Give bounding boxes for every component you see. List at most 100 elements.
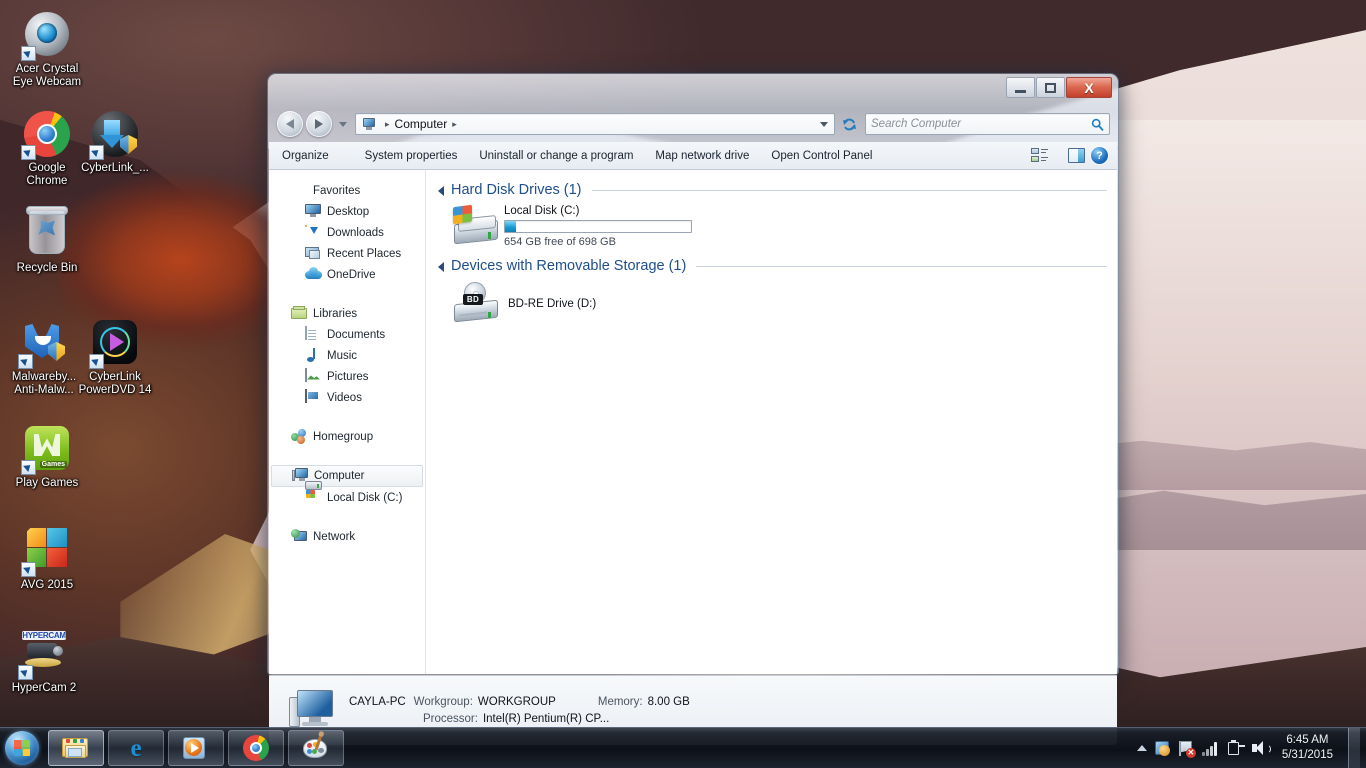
computer-large-icon — [289, 689, 337, 732]
collapse-triangle-icon[interactable] — [438, 262, 444, 272]
desktop-icon-google-chrome[interactable]: Google Chrome — [8, 110, 86, 188]
breadcrumb-computer[interactable]: Computer — [395, 117, 448, 131]
search-box[interactable]: Search Computer — [865, 113, 1110, 135]
sidebar-item-desktop[interactable]: Desktop — [269, 201, 425, 222]
desktop-icon-avg-2015[interactable]: AVG 2015 — [8, 524, 86, 592]
address-bar[interactable]: ▸ Computer ▸ — [355, 113, 835, 135]
search-input[interactable]: Search Computer — [871, 118, 1091, 130]
workgroup-value: WORKGROUP — [477, 695, 556, 708]
nav-group-spacer — [269, 547, 425, 565]
drive-item[interactable]: Local Disk (C:) 654 GB free of 698 GB — [452, 204, 1107, 248]
content-group-header[interactable]: Devices with Removable Storage (1) — [438, 258, 1107, 274]
sidebar-item-documents[interactable]: Documents — [269, 324, 425, 345]
drive-meta: Local Disk (C:) 654 GB free of 698 GB — [504, 204, 692, 248]
minimize-button[interactable] — [1006, 77, 1035, 98]
volume-icon[interactable] — [1251, 740, 1271, 756]
optical-drive-icon: BD — [452, 282, 498, 323]
window-title-bar[interactable]: X — [268, 74, 1118, 104]
desktop-icon-label: Recycle Bin — [16, 262, 78, 274]
taskbar-button-internet-explorer[interactable]: e — [108, 730, 164, 766]
memory-value: 8.00 GB — [647, 695, 690, 708]
desktop-icon-malwarebytes-anti-malware[interactable]: Malwareby... Anti-Malw... — [5, 318, 83, 397]
taskbar-button-windows-media-player[interactable] — [168, 730, 224, 766]
action-center-icon[interactable]: ✕ — [1178, 740, 1196, 758]
workgroup-label: Workgroup: — [413, 695, 473, 708]
recent-pages-dropdown-icon[interactable] — [339, 121, 347, 127]
desktop-icon-play-games[interactable]: Games Play Games — [8, 424, 86, 490]
show-desktop-button[interactable] — [1348, 728, 1360, 768]
nav-icon-wrap — [305, 388, 322, 406]
content-pane: Hard Disk Drives (1) Local Disk (C:) 654 G… — [426, 170, 1117, 674]
change-view-icon[interactable] — [1031, 148, 1048, 163]
forward-arrow-icon — [315, 119, 323, 129]
sidebar-item-recent-places[interactable]: Recent Places — [269, 243, 425, 264]
system-properties-button[interactable]: System properties — [354, 143, 469, 169]
content-group-header[interactable]: Hard Disk Drives (1) — [438, 182, 1107, 198]
start-button[interactable] — [0, 729, 44, 767]
desktop-icon-label: AVG 2015 — [20, 579, 74, 591]
memory-label: Memory: — [597, 695, 643, 708]
capacity-bar — [504, 220, 692, 233]
refresh-button[interactable] — [839, 114, 859, 134]
address-history-caret-icon[interactable] — [820, 121, 828, 127]
nav-group: Libraries Documents Music Pictures Videos — [269, 303, 425, 426]
avg-2015-icon — [21, 528, 71, 577]
desktop-icon-acer-crystal-eye-webcam[interactable]: Acer Crystal Eye Webcam — [8, 10, 86, 89]
computer-explorer-window[interactable]: X ▸ Computer ▸ Search Computer Organize … — [268, 74, 1118, 745]
open-control-panel-button[interactable]: Open Control Panel — [760, 143, 883, 169]
windows-media-player-icon — [183, 737, 209, 759]
taskbar-buttons: e — [44, 730, 344, 766]
computer-icon — [361, 117, 376, 131]
map-network-drive-button[interactable]: Map network drive — [644, 143, 760, 169]
desktop-icon-cyberlink-powerdvd-14[interactable]: CyberLink PowerDVD 14 — [76, 318, 154, 397]
desktop-icon-label: CyberLink_... — [81, 162, 149, 174]
shortcut-arrow-icon — [21, 46, 36, 61]
preview-pane-icon[interactable] — [1068, 148, 1085, 163]
close-button[interactable]: X — [1066, 77, 1112, 98]
battery-icon[interactable] — [1227, 739, 1245, 756]
sidebar-item-label: Computer — [314, 470, 365, 482]
desktop-icon-recycle-bin[interactable]: Recycle Bin — [8, 206, 86, 275]
sidebar-item-label: Recent Places — [327, 247, 402, 260]
internet-explorer-icon: e — [130, 734, 142, 762]
clock[interactable]: 6:45 AM 5/31/2015 — [1276, 733, 1339, 763]
sidebar-item-computer[interactable]: Computer — [271, 465, 423, 487]
desktop-icon-hypercam-2[interactable]: HYPERCAM HyperCam 2 — [5, 628, 83, 695]
sidebar-item-homegroup[interactable]: Homegroup — [269, 426, 425, 447]
taskbar-button-google-chrome[interactable] — [228, 730, 284, 766]
sidebar-item-music[interactable]: Music — [269, 345, 425, 366]
nav-icon-wrap — [291, 183, 308, 199]
desktop-icon-cyberlink-shortcut[interactable]: CyberLink_... — [76, 110, 154, 175]
forward-button[interactable] — [306, 111, 332, 137]
maximize-restore-button[interactable] — [1036, 77, 1065, 98]
nav-icon-wrap — [305, 246, 322, 262]
taskbar-button-paint[interactable] — [288, 730, 344, 766]
help-icon[interactable]: ? — [1091, 147, 1108, 164]
drive-item[interactable]: BD BD-RE Drive (D:) — [452, 282, 1107, 323]
sidebar-item-videos[interactable]: Videos — [269, 387, 425, 408]
breadcrumb-separator-trailing[interactable]: ▸ — [452, 119, 457, 130]
tray-app-icon[interactable] — [1154, 740, 1171, 757]
system-tray: ✕ 6:45 AM 5/31/2015 — [1136, 728, 1366, 768]
nav-group-spacer — [269, 508, 425, 526]
back-button[interactable] — [277, 111, 303, 137]
sidebar-item-network[interactable]: Network — [269, 526, 425, 547]
sidebar-item-label: Documents — [327, 328, 386, 341]
sidebar-item-libraries[interactable]: Libraries — [269, 303, 425, 324]
taskbar-button-windows-explorer[interactable] — [48, 730, 104, 766]
sidebar-item-pictures[interactable]: Pictures — [269, 366, 425, 387]
sidebar-item-favorites[interactable]: Favorites — [269, 180, 425, 201]
sidebar-item-label: Local Disk (C:) — [327, 491, 403, 504]
sidebar-item-downloads[interactable]: Downloads — [269, 222, 425, 243]
sidebar-item-local-disk-c[interactable]: Local Disk (C:) — [269, 480, 425, 508]
collapse-triangle-icon[interactable] — [438, 186, 444, 196]
show-hidden-icons-icon[interactable] — [1136, 745, 1147, 751]
uninstall-or-change-program-button[interactable]: Uninstall or change a program — [468, 143, 644, 169]
network-signal-icon[interactable] — [1201, 741, 1220, 756]
document-icon — [305, 325, 307, 340]
organize-button[interactable]: Organize — [269, 143, 354, 169]
sidebar-item-onedrive[interactable]: OneDrive — [269, 264, 425, 285]
capacity-bar-fill — [505, 221, 517, 232]
nav-icon-wrap — [291, 528, 308, 545]
drive-name: Local Disk (C:) — [504, 205, 580, 217]
